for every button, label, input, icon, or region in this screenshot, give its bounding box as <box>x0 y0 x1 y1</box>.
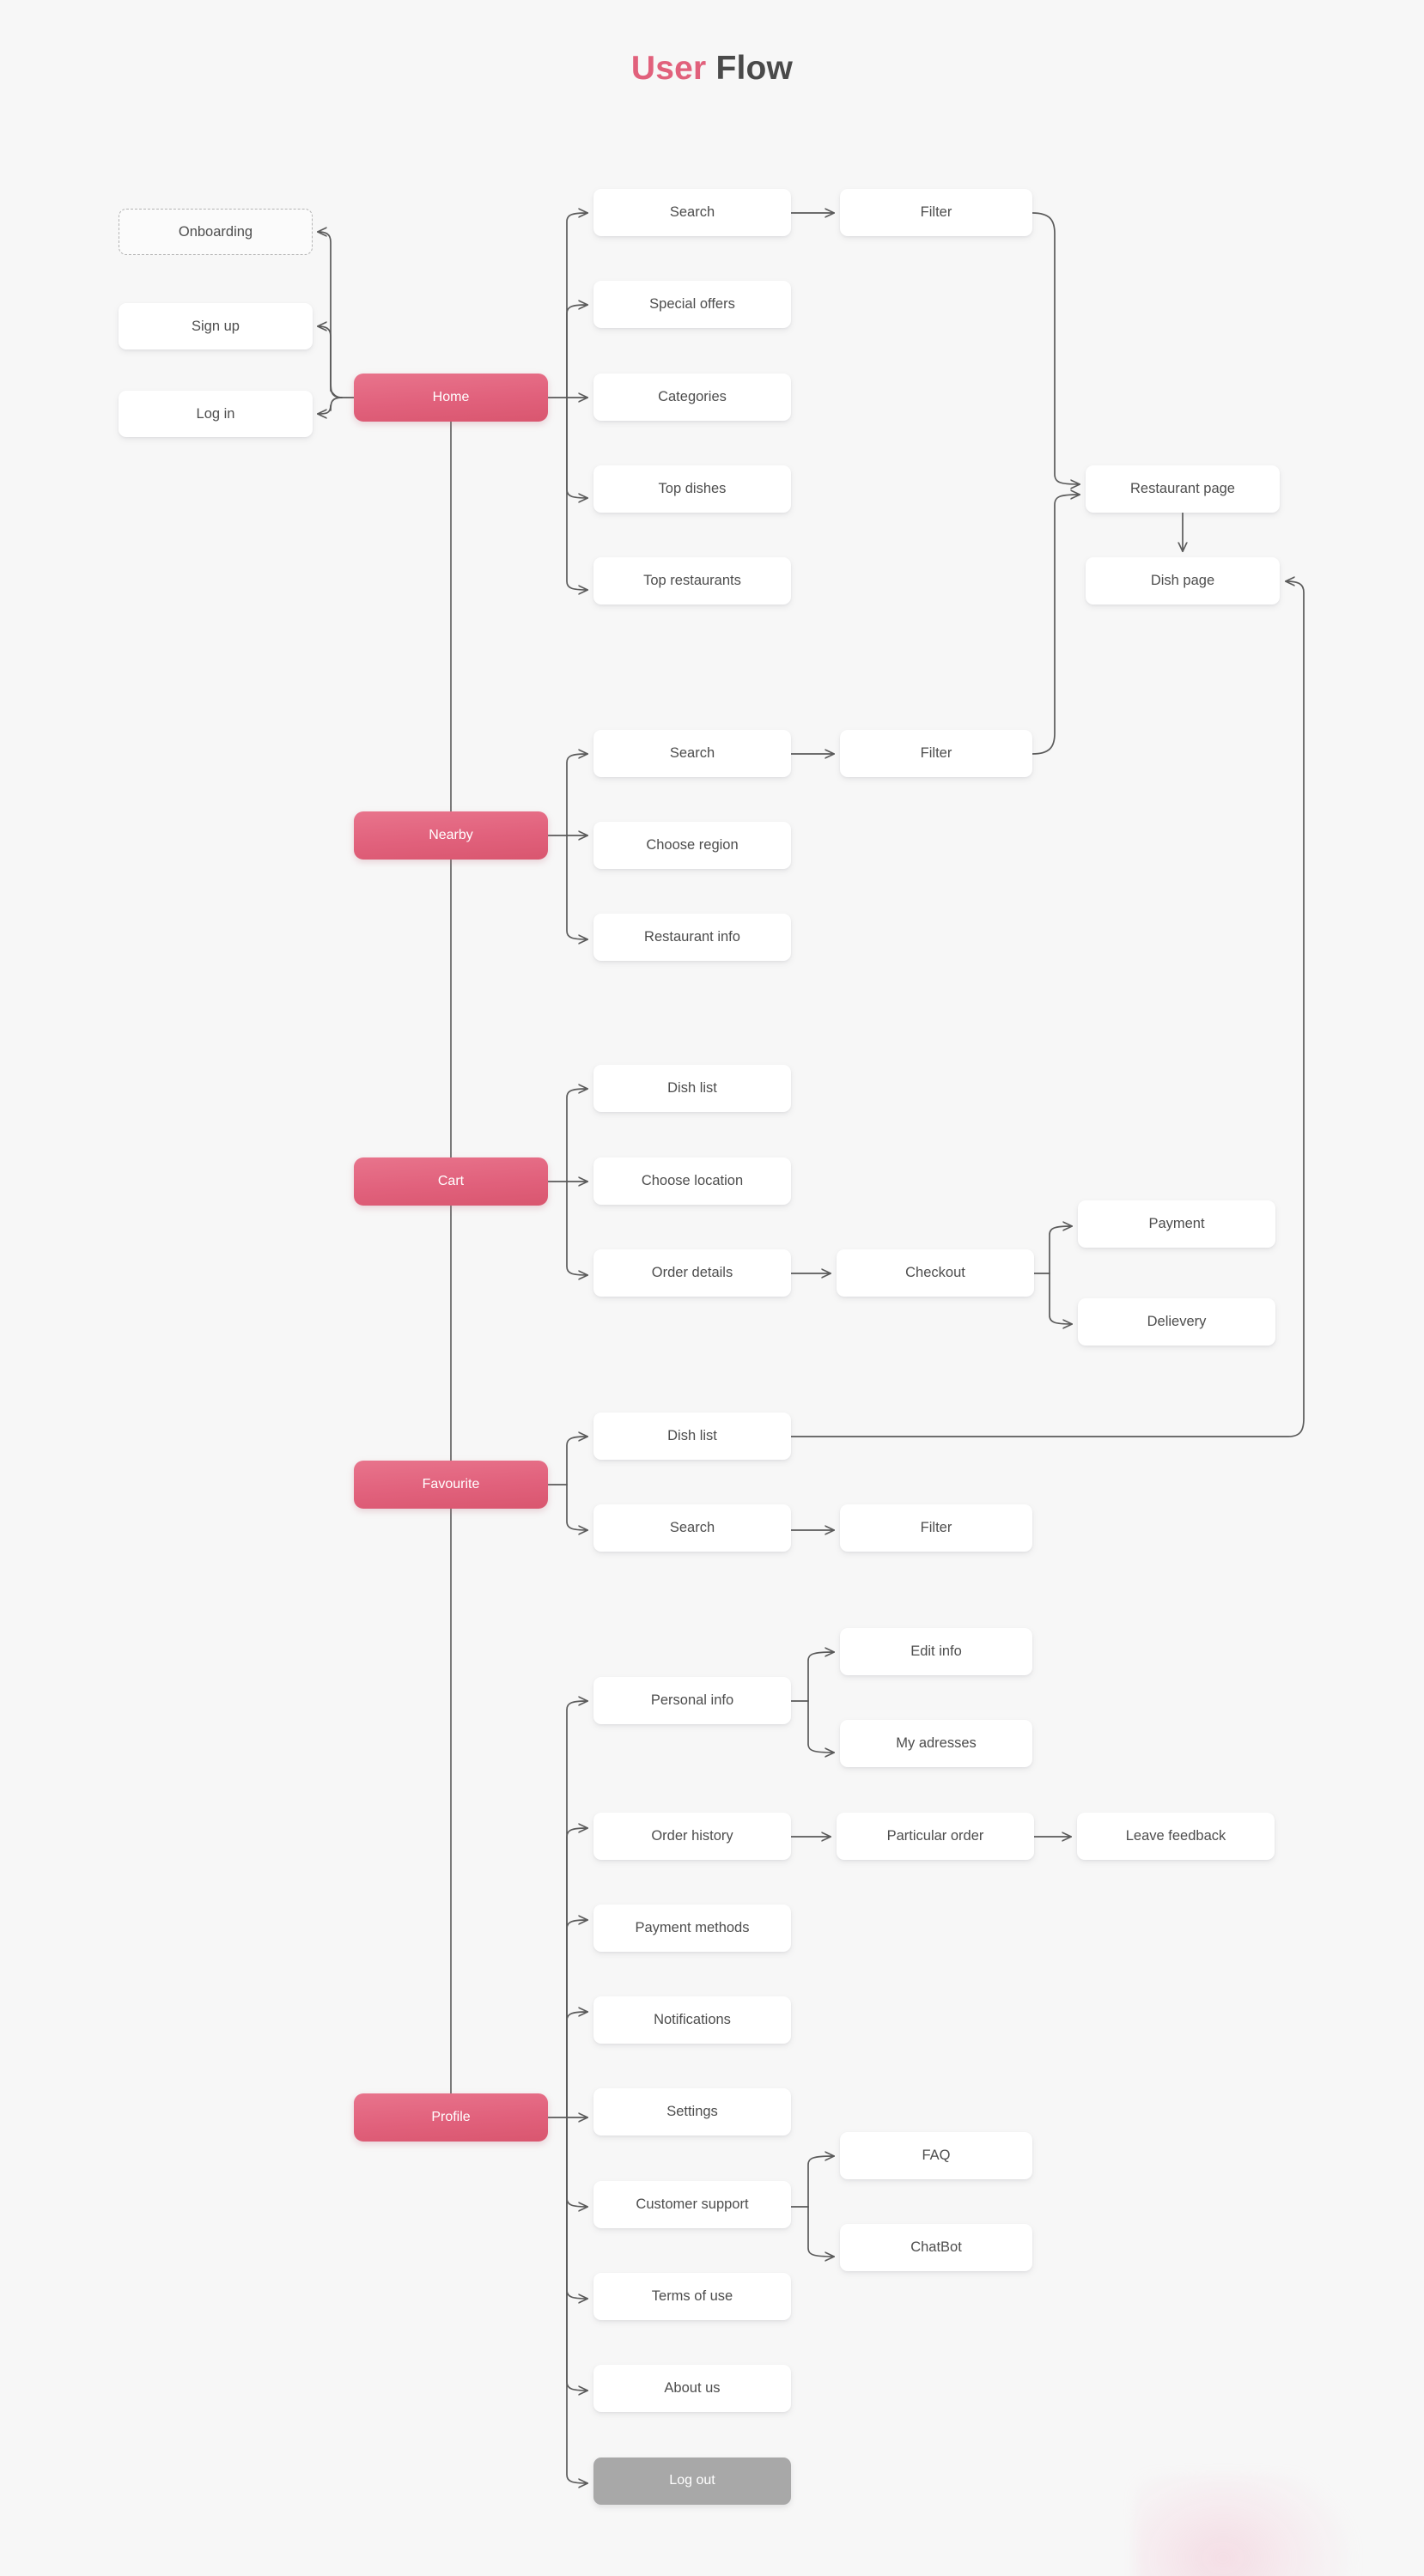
flow-node-home-categories[interactable]: Categories <box>593 374 791 421</box>
flow-node-label: Dish list <box>667 1080 717 1097</box>
flow-node-home-topdishes[interactable]: Top dishes <box>593 465 791 513</box>
flow-node-label: Order history <box>651 1828 733 1844</box>
flow-node-home[interactable]: Home <box>354 374 548 422</box>
flow-node-label: My adresses <box>896 1735 977 1752</box>
flow-node-label: Restaurant info <box>644 929 740 945</box>
flow-node-home-special[interactable]: Special offers <box>593 281 791 328</box>
flow-node-label: Order details <box>651 1265 733 1281</box>
flow-node-cart-dishlist[interactable]: Dish list <box>593 1065 791 1112</box>
flow-node-checkout[interactable]: Checkout <box>837 1249 1034 1297</box>
flow-node-label: Filter <box>920 1520 952 1536</box>
flow-node-leave-feedback[interactable]: Leave feedback <box>1077 1813 1275 1860</box>
flow-node-label: Categories <box>658 389 727 405</box>
flow-node-label: Choose location <box>641 1173 744 1189</box>
flow-node-label: Delievery <box>1147 1314 1207 1330</box>
flow-node-cart[interactable]: Cart <box>354 1157 548 1206</box>
flow-node-signup[interactable]: Sign up <box>119 303 313 349</box>
flow-node-label: Payment <box>1148 1216 1205 1232</box>
flow-node-label: Onboarding <box>178 223 253 240</box>
flow-node-login[interactable]: Log in <box>119 391 313 437</box>
flow-node-faq[interactable]: FAQ <box>840 2132 1032 2179</box>
flow-node-label: Settings <box>666 2104 718 2120</box>
flow-node-label: Sign up <box>192 318 240 334</box>
flow-node-cart-orderdetails[interactable]: Order details <box>593 1249 791 1297</box>
flow-node-dish-page[interactable]: Dish page <box>1086 557 1280 605</box>
flow-node-label: Notifications <box>654 2012 731 2028</box>
flow-node-personal-info[interactable]: Personal info <box>593 1677 791 1724</box>
flow-node-payment-methods[interactable]: Payment methods <box>593 1905 791 1952</box>
flow-node-label: Leave feedback <box>1125 1828 1226 1844</box>
flow-node-label: Cart <box>437 1173 465 1188</box>
flow-node-nearby-info[interactable]: Restaurant info <box>593 914 791 961</box>
flow-node-label: Dish page <box>1150 573 1215 589</box>
flow-node-favourite[interactable]: Favourite <box>354 1461 548 1509</box>
page-title: User Flow <box>0 50 1424 88</box>
flow-node-label: Filter <box>920 204 952 221</box>
flow-node-label: Home <box>432 389 470 404</box>
flow-node-fav-filter[interactable]: Filter <box>840 1504 1032 1552</box>
flow-node-label: Personal info <box>650 1692 734 1709</box>
flow-node-label: Edit info <box>910 1643 962 1660</box>
flow-node-label: Nearby <box>429 827 473 842</box>
flow-node-delivery[interactable]: Delievery <box>1078 1298 1275 1346</box>
page-title-accent: User <box>630 50 707 87</box>
flow-node-label: About us <box>664 2380 721 2397</box>
flow-node-chatbot[interactable]: ChatBot <box>840 2224 1032 2271</box>
flow-node-settings[interactable]: Settings <box>593 2088 791 2136</box>
flow-node-particular-order[interactable]: Particular order <box>837 1813 1034 1860</box>
flow-node-nearby-region[interactable]: Choose region <box>593 822 791 869</box>
flow-node-label: FAQ <box>922 2148 951 2164</box>
flow-node-my-addresses[interactable]: My adresses <box>840 1720 1032 1767</box>
flow-node-customer-support[interactable]: Customer support <box>593 2181 791 2228</box>
flow-node-home-search[interactable]: Search <box>593 189 791 236</box>
flow-node-label: Search <box>669 204 715 221</box>
flow-node-profile[interactable]: Profile <box>354 2093 548 2142</box>
flow-node-label: Checkout <box>905 1265 965 1281</box>
flow-node-home-filter[interactable]: Filter <box>840 189 1032 236</box>
user-flow-diagram: User Flow Onboarding Sign up Log in Home Nea… <box>0 0 1424 2576</box>
flow-node-label: Payment methods <box>635 1920 750 1936</box>
flow-node-label: Restaurant page <box>1129 481 1235 497</box>
flow-node-label: Terms of use <box>651 2288 733 2305</box>
page-title-rest: Flow <box>715 50 794 87</box>
flow-node-edit-info[interactable]: Edit info <box>840 1628 1032 1675</box>
flow-node-label: Dish list <box>667 1428 717 1444</box>
flow-node-label: Customer support <box>636 2196 749 2213</box>
flow-node-fav-dishlist[interactable]: Dish list <box>593 1413 791 1460</box>
flow-node-notifications[interactable]: Notifications <box>593 1996 791 2044</box>
flow-node-label: Search <box>669 745 715 762</box>
flow-node-nearby-search[interactable]: Search <box>593 730 791 777</box>
flow-node-terms-of-use[interactable]: Terms of use <box>593 2273 791 2320</box>
flow-node-restaurant-page[interactable]: Restaurant page <box>1086 465 1280 513</box>
flow-node-order-history[interactable]: Order history <box>593 1813 791 1860</box>
flow-node-label: Favourite <box>422 1476 480 1492</box>
flow-node-logout[interactable]: Log out <box>593 2458 791 2505</box>
flow-node-label: Log out <box>669 2473 715 2488</box>
flow-node-payment[interactable]: Payment <box>1078 1200 1275 1248</box>
flow-node-onboarding[interactable]: Onboarding <box>119 209 313 255</box>
flow-node-cart-location[interactable]: Choose location <box>593 1157 791 1205</box>
flow-node-label: Search <box>669 1520 715 1536</box>
flow-node-label: Log in <box>196 405 235 422</box>
flow-node-label: Filter <box>920 745 952 762</box>
flow-node-label: Choose region <box>646 837 739 854</box>
flow-node-nearby-filter[interactable]: Filter <box>840 730 1032 777</box>
flow-node-label: Profile <box>431 2109 471 2124</box>
flow-node-label: Particular order <box>886 1828 984 1844</box>
flow-node-label: Special offers <box>649 296 735 313</box>
flow-node-label: ChatBot <box>910 2239 962 2256</box>
flow-node-fav-search[interactable]: Search <box>593 1504 791 1552</box>
flow-node-nearby[interactable]: Nearby <box>354 811 548 860</box>
flow-node-label: Top restaurants <box>643 573 741 589</box>
flow-node-home-toprest[interactable]: Top restaurants <box>593 557 791 605</box>
flow-node-label: Top dishes <box>658 481 727 497</box>
flow-node-about-us[interactable]: About us <box>593 2365 791 2412</box>
